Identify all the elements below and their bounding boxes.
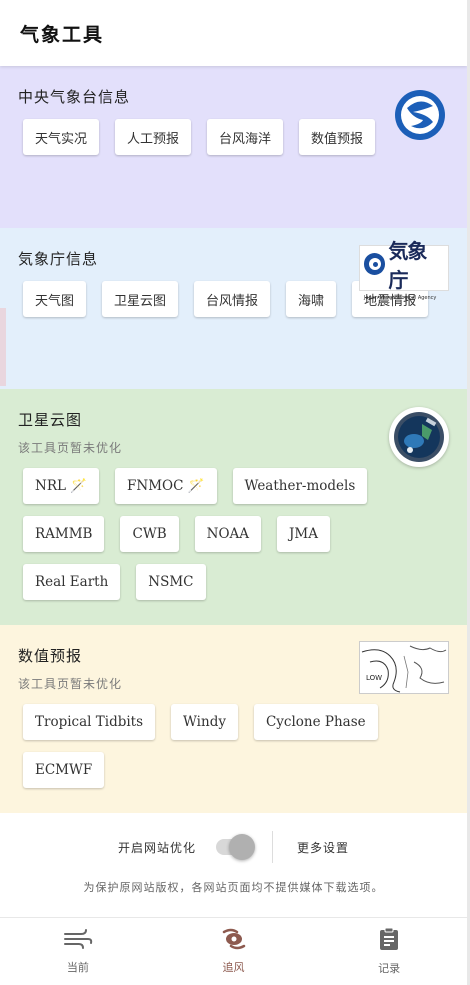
chip-nrl[interactable]: NRL 🪄 — [23, 468, 100, 504]
chip-rammb[interactable]: RAMMB — [23, 516, 105, 552]
chip-real-earth[interactable]: Real Earth — [23, 564, 121, 600]
section-satellite: 卫星云图 该工具页暂未优化 NRL 🪄 FNMOC 🪄 Weather-mode… — [0, 389, 467, 625]
nav-item-chase[interactable]: 追风 — [156, 918, 312, 985]
nav-label: 记录 — [378, 962, 401, 975]
bottom-navigation: 当前 追风 记录 — [0, 917, 467, 985]
map-low-label: LOW — [366, 674, 382, 682]
section-title: 中央气象台信息 — [18, 88, 131, 106]
weather-map-icon: LOW — [359, 641, 449, 694]
chip-typhoon-ocean[interactable]: 台风海洋 — [207, 119, 284, 155]
page-title: 气象工具 — [20, 23, 105, 46]
chip-fnmoc[interactable]: FNMOC 🪄 — [115, 468, 217, 504]
chip-windy[interactable]: Windy — [171, 704, 238, 740]
jma-logo-subtitle: Japan Meteorological Agency — [364, 295, 437, 301]
section-title: 卫星云图 — [18, 411, 83, 429]
more-settings-button[interactable]: 更多设置 — [297, 839, 349, 856]
nav-item-current[interactable]: 当前 — [0, 918, 156, 985]
chip-satellite-image[interactable]: 卫星云图 — [102, 281, 179, 317]
chip-weather-models[interactable]: Weather-models — [232, 468, 368, 504]
section-nwp: 数值预报 该工具页暂未优化 Tropical Tidbits Windy Cyc… — [0, 625, 467, 813]
app-bar: 气象工具 — [0, 0, 467, 66]
chip-weather-observation[interactable]: 天气实况 — [23, 119, 100, 155]
jma-mark-icon — [364, 253, 386, 275]
nav-item-records[interactable]: 记录 — [311, 918, 467, 985]
divider — [272, 831, 273, 863]
jma-logo: 気象庁 Japan Meteorological Agency — [359, 239, 449, 301]
optimization-row: 开启网站优化 更多设置 — [0, 813, 467, 863]
satellite-globe-icon — [389, 407, 449, 467]
nav-label: 追风 — [222, 961, 245, 974]
chip-numerical-forecast[interactable]: 数值预报 — [299, 119, 376, 155]
chip-group: Tropical Tidbits Windy Cyclone Phase ECM… — [18, 704, 449, 800]
wind-icon — [63, 928, 93, 954]
cma-logo-icon — [393, 88, 447, 142]
section-cma: 中央气象台信息 天气实况 人工预报 台风海洋 数值预报 — [0, 66, 467, 228]
side-accent — [0, 308, 6, 386]
chip-tropical-tidbits[interactable]: Tropical Tidbits — [23, 704, 156, 740]
chip-typhoon-info[interactable]: 台风情报 — [194, 281, 271, 317]
toggle-knob — [229, 834, 255, 860]
optimization-label: 开启网站优化 — [117, 840, 196, 855]
chip-noaa[interactable]: NOAA — [194, 516, 262, 552]
chip-ecmwf[interactable]: ECMWF — [23, 752, 105, 788]
app-screen: 气象工具 中央气象台信息 天气实况 人工预报 台风海洋 数值预报 気象庁信息 天… — [0, 0, 467, 985]
hurricane-icon — [221, 928, 247, 954]
chip-weather-chart[interactable]: 天气图 — [23, 281, 87, 317]
chip-cyclone-phase[interactable]: Cyclone Phase — [253, 704, 378, 740]
copyright-notice: 为保护原网站版权，各网站页面均不提供媒体下载选项。 — [83, 881, 384, 894]
chip-group: NRL 🪄 FNMOC 🪄 Weather-models RAMMB CWB N… — [18, 468, 449, 612]
section-subtitle: 该工具页暂未优化 — [18, 441, 123, 455]
settings-panel: 开启网站优化 更多设置 为保护原网站版权，各网站页面均不提供媒体下载选项。 — [0, 813, 467, 914]
chip-group: 天气实况 人工预报 台风海洋 数值预报 — [18, 119, 449, 167]
chip-jma[interactable]: JMA — [277, 516, 330, 552]
chip-cwb[interactable]: CWB — [120, 516, 179, 552]
chip-nsmc[interactable]: NSMC — [136, 564, 206, 600]
nav-label: 当前 — [66, 961, 89, 974]
section-jma: 気象庁信息 天气图 卫星云图 台风情报 海啸 地震情报 気象庁 Japan Me… — [0, 228, 467, 389]
chip-tsunami[interactable]: 海啸 — [286, 281, 337, 317]
jma-logo-text: 気象庁 — [388, 239, 427, 292]
clipboard-icon — [378, 927, 400, 955]
optimization-toggle[interactable] — [216, 834, 255, 860]
chip-manual-forecast[interactable]: 人工预报 — [115, 119, 192, 155]
